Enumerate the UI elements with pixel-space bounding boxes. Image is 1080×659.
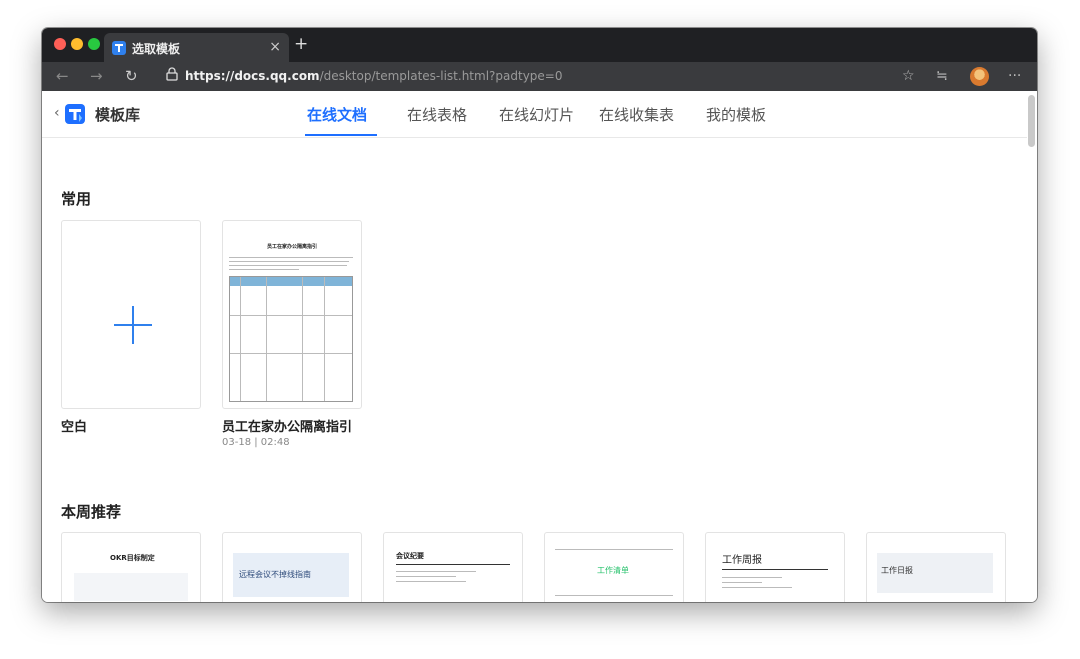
back-arrow-icon[interactable]: ←: [56, 67, 69, 85]
thumbnail-title: 员工在家办公隔离指引: [266, 244, 317, 250]
template-thumb-title: 工作清单: [597, 566, 629, 575]
new-tab-button[interactable]: +: [294, 34, 308, 54]
star-icon[interactable]: ☆: [902, 68, 915, 84]
url-field[interactable]: https://docs.qq.com/desktop/templates-li…: [185, 69, 563, 83]
tencent-docs-logo-icon: [65, 104, 85, 124]
title-bar: 选取模板 × +: [42, 28, 1037, 62]
thumb-line: [555, 549, 673, 550]
close-window-button[interactable]: [54, 38, 66, 50]
tab-title: 选取模板: [132, 42, 181, 56]
tab-online-sheets[interactable]: 在线表格: [407, 104, 467, 125]
thumb-line: [229, 261, 349, 262]
page-title: 模板库: [95, 106, 141, 124]
template-card-work-list[interactable]: 工作清单: [544, 532, 684, 602]
thumb-line: [229, 269, 299, 270]
thumb-line: [396, 564, 510, 565]
tab-online-slides[interactable]: 在线幻灯片: [499, 104, 574, 125]
table-col: [240, 277, 241, 401]
table-col: [302, 277, 303, 401]
plus-icon-vertical: [132, 306, 134, 344]
thumb-block: [74, 573, 188, 601]
profile-avatar[interactable]: [970, 67, 989, 86]
template-thumb-title: 远程会议不掉线指南: [239, 570, 311, 579]
template-card-daily-report[interactable]: 工作日报: [866, 532, 1006, 602]
active-tab-indicator: [305, 134, 377, 136]
table-row: [230, 353, 352, 354]
browser-window: 选取模板 × + ← → ↻ https://docs.qq.com/deskt…: [42, 28, 1037, 602]
thumb-line: [229, 265, 347, 266]
table-header: [230, 277, 352, 286]
recent-document-name[interactable]: 员工在家办公隔离指引: [222, 416, 352, 435]
thumb-line: [722, 582, 762, 583]
template-thumb-title: OKR目标制定: [110, 554, 155, 562]
template-thumb-title: 工作周报: [722, 555, 762, 566]
template-thumb-title: 工作日报: [881, 566, 913, 575]
blank-template-card[interactable]: [61, 220, 201, 409]
thumbnail-table: [229, 276, 353, 402]
tab-online-docs[interactable]: 在线文档: [307, 104, 367, 125]
browser-tab[interactable]: 选取模板 ×: [104, 33, 289, 62]
minimize-window-button[interactable]: [71, 38, 83, 50]
thumb-line: [722, 577, 782, 578]
table-col: [324, 277, 325, 401]
thumb-line: [555, 595, 673, 596]
tab-my-templates[interactable]: 我的模板: [706, 104, 766, 125]
tab-online-forms[interactable]: 在线收集表: [599, 104, 674, 125]
forward-arrow-icon[interactable]: →: [90, 67, 103, 85]
thumb-line: [396, 571, 476, 572]
page-content: ‹ 模板库 在线文档 在线表格 在线幻灯片 在线收集表 我的模板 常用 空白 员…: [42, 91, 1037, 602]
url-host: https://docs.qq.com: [185, 69, 320, 83]
scrollbar[interactable]: [1028, 95, 1035, 147]
tab-close-icon[interactable]: ×: [269, 39, 281, 55]
lock-icon: [166, 67, 178, 81]
thumb-line: [722, 587, 792, 588]
thumb-line: [396, 576, 456, 577]
collections-icon[interactable]: ≒: [936, 68, 948, 84]
template-card-remote-meeting[interactable]: 远程会议不掉线指南: [222, 532, 362, 602]
section-title-weekly: 本周推荐: [61, 503, 122, 521]
recent-document-time: 03-18 | 02:48: [222, 437, 290, 448]
blank-template-label: 空白: [61, 420, 88, 435]
address-bar: ← → ↻ https://docs.qq.com/desktop/templa…: [42, 62, 1037, 91]
back-button[interactable]: ‹: [54, 105, 60, 121]
table-col: [266, 277, 267, 401]
template-card-okr[interactable]: OKR目标制定: [61, 532, 201, 602]
reload-icon[interactable]: ↻: [125, 67, 138, 85]
template-thumb-title: 会议纪要: [396, 552, 424, 560]
maximize-window-button[interactable]: [88, 38, 100, 50]
more-icon[interactable]: ···: [1008, 68, 1021, 84]
template-card-weekly-report[interactable]: 工作周报: [705, 532, 845, 602]
thumb-line: [229, 257, 353, 258]
recent-document-card[interactable]: 员工在家办公隔离指引: [222, 220, 362, 409]
section-title-common: 常用: [61, 190, 92, 208]
table-row: [230, 315, 352, 316]
template-library-header: ‹ 模板库 在线文档 在线表格 在线幻灯片 在线收集表 我的模板: [42, 91, 1027, 138]
template-card-meeting-minutes[interactable]: 会议纪要: [383, 532, 523, 602]
tencent-docs-icon: [112, 41, 126, 55]
thumb-line: [396, 581, 466, 582]
thumb-line: [722, 569, 828, 570]
url-path: /desktop/templates-list.html?padtype=0: [319, 69, 563, 83]
